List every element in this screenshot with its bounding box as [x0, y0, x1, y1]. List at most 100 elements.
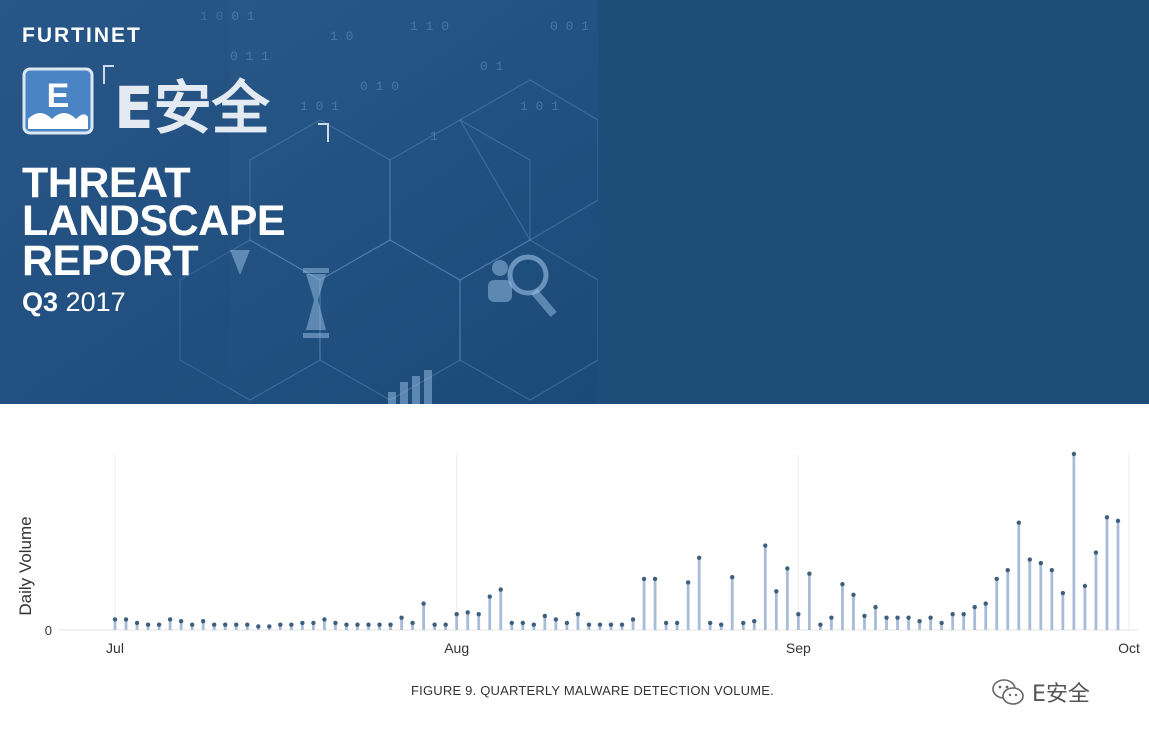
volume-bar	[1006, 570, 1010, 630]
volume-point	[564, 620, 570, 626]
volume-point	[1060, 590, 1066, 596]
volume-point	[685, 580, 691, 585]
volume-point	[696, 555, 702, 561]
volume-bar	[962, 614, 966, 630]
volume-point	[707, 620, 713, 626]
volume-point	[851, 592, 856, 597]
x-tick-label: Sep	[786, 640, 811, 656]
volume-point	[1038, 560, 1044, 566]
figure-caption: FIGURE 9. QUARTERLY MALWARE DETECTION VO…	[0, 683, 1149, 698]
volume-point	[432, 622, 437, 627]
volume-point	[1104, 515, 1110, 520]
volume-point	[223, 622, 228, 627]
e-security-wordmark: E安全	[103, 65, 329, 142]
volume-bar	[455, 614, 459, 630]
volume-point	[906, 615, 911, 620]
logo-letter: E	[47, 77, 70, 115]
volume-bar	[1061, 593, 1065, 630]
volume-point	[200, 619, 206, 624]
y-axis-label: Daily Volume	[16, 516, 35, 616]
volume-point	[487, 594, 492, 599]
volume-point	[388, 622, 393, 627]
volume-point	[300, 620, 305, 626]
volume-point	[498, 587, 503, 592]
volume-point	[256, 624, 261, 629]
volume-bar	[1039, 563, 1043, 630]
figure-caption-text: FIGURE 9. QUARTERLY MALWARE DETECTION VO…	[411, 683, 774, 698]
volume-point	[752, 619, 757, 624]
volume-point	[939, 620, 944, 626]
volume-point	[983, 601, 988, 606]
volume-point	[531, 622, 537, 627]
volume-bar	[730, 577, 734, 630]
volume-point	[245, 622, 250, 627]
volume-point	[608, 622, 614, 627]
y-tick-label: 0	[45, 623, 52, 638]
volume-bar	[1028, 559, 1032, 630]
volume-bar	[642, 578, 646, 630]
volume-bar	[653, 578, 657, 630]
volume-bar	[1105, 517, 1109, 630]
volume-point	[156, 622, 162, 627]
volume-point	[873, 604, 878, 610]
volume-point	[344, 622, 349, 627]
e-security-badge-icon: E	[22, 67, 94, 135]
volume-bar	[697, 557, 701, 630]
volume-point	[652, 576, 658, 582]
volume-point	[1082, 583, 1088, 589]
volume-point	[311, 620, 316, 626]
chart-grid	[58, 454, 1138, 631]
volume-point	[730, 575, 735, 580]
volume-point	[542, 613, 548, 619]
volume-point	[641, 576, 647, 582]
volume-point	[1005, 567, 1010, 573]
volume-point	[553, 617, 559, 622]
volume-bar	[1017, 522, 1021, 630]
volume-bar	[951, 614, 955, 630]
volume-bar	[499, 589, 503, 630]
volume-point	[663, 620, 669, 626]
volume-point	[454, 611, 459, 617]
volume-point	[333, 620, 338, 626]
quarter-year: 2017	[65, 287, 126, 317]
volume-bar	[466, 612, 470, 630]
volume-point	[1016, 520, 1021, 525]
chart-dots	[112, 451, 1121, 629]
volume-point	[134, 620, 140, 626]
volume-point	[763, 543, 768, 548]
volume-point	[465, 610, 470, 615]
volume-point	[928, 615, 933, 620]
volume-point	[234, 622, 239, 627]
volume-bar	[422, 603, 426, 630]
volume-point	[421, 601, 426, 606]
volume-bar	[874, 607, 877, 630]
volume-bar	[995, 578, 999, 630]
volume-point	[674, 620, 680, 626]
volume-bar	[973, 607, 977, 630]
volume-point	[1093, 550, 1099, 555]
volume-bar	[984, 603, 988, 630]
svg-text:1 1 0: 1 1 0	[410, 19, 449, 34]
volume-point	[1027, 557, 1033, 562]
volume-point	[950, 611, 955, 617]
volume-point	[630, 617, 636, 622]
volume-point	[575, 611, 581, 617]
volume-bar	[841, 584, 844, 630]
volume-point	[796, 611, 801, 617]
volume-bar	[796, 614, 800, 630]
logo-text: E安全	[114, 74, 271, 142]
volume-point	[167, 617, 173, 622]
volume-point	[1071, 451, 1077, 457]
volume-bar	[1083, 586, 1087, 630]
volume-point	[884, 615, 889, 620]
svg-text:1 0: 1 0	[330, 29, 353, 44]
volume-point	[410, 620, 415, 626]
report-cover-banner: 1 0 0 10 1 1 1 00 1 0 1 1 00 1 1 0 10 0 …	[0, 0, 1149, 404]
volume-point	[862, 613, 867, 619]
svg-text:1: 1	[430, 129, 438, 144]
volume-point	[718, 622, 724, 627]
volume-point	[322, 617, 327, 622]
volume-point	[289, 622, 294, 627]
volume-point	[178, 619, 184, 624]
volume-point	[597, 622, 603, 627]
